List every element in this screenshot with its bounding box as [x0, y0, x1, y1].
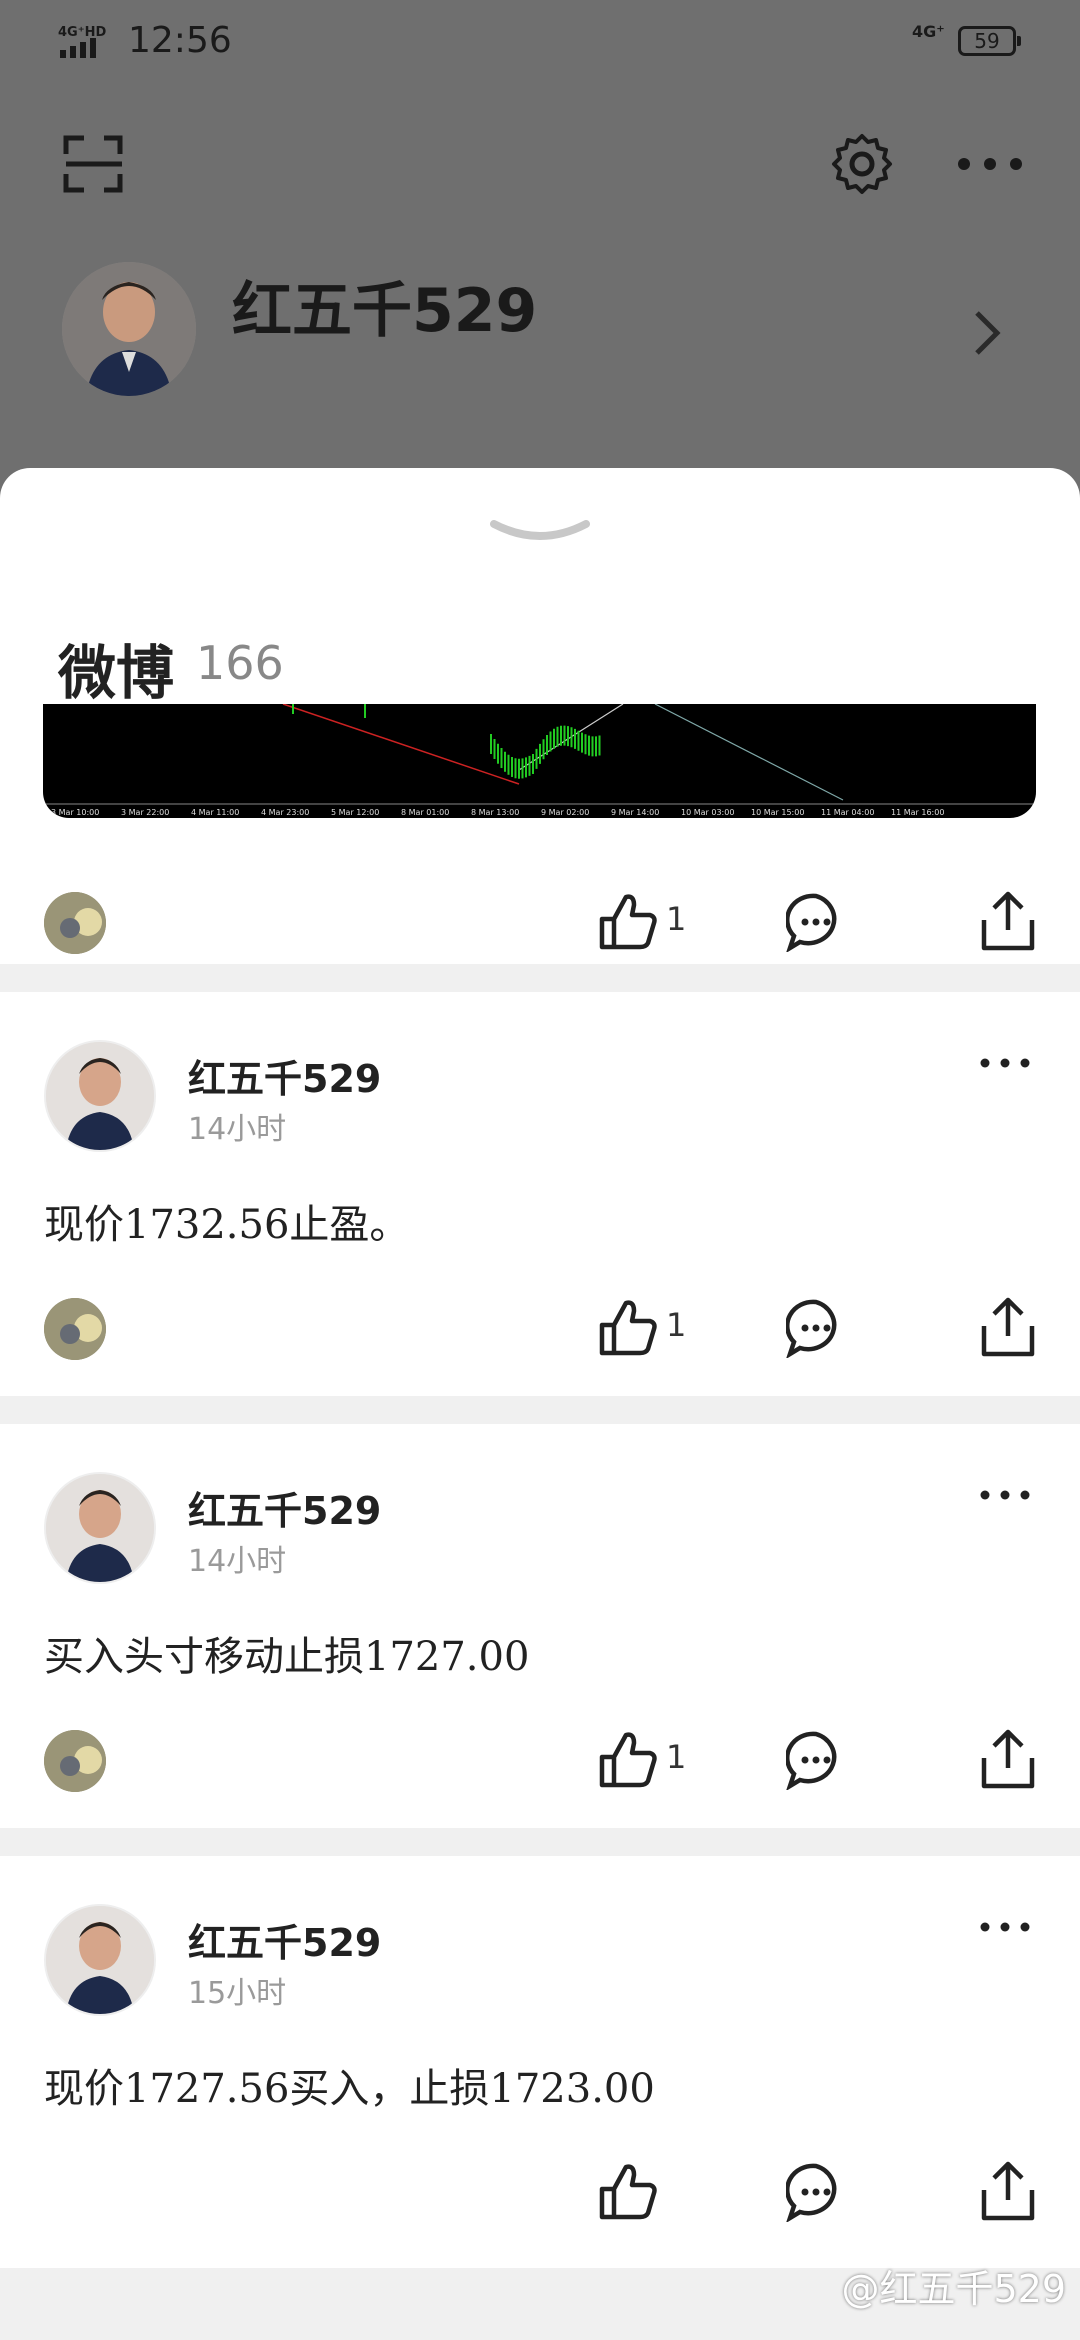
- chart-axis-label: 11 Mar 16:00: [891, 808, 944, 817]
- watermark: @红五千529: [841, 2267, 1066, 2311]
- comment-icon[interactable]: [786, 1298, 846, 1358]
- chart-axis-label: 8 Mar 13:00: [471, 808, 519, 817]
- post-card[interactable]: 红五千529 15小时 现价1727.56买入，止损1723.00: [0, 1856, 1080, 2240]
- post-text: 现价1732.56止盈。: [44, 1202, 410, 1248]
- author-avatar-image: [46, 1474, 154, 1582]
- like-icon[interactable]: [596, 1728, 658, 1792]
- chevron-right-icon[interactable]: [972, 308, 1002, 358]
- weibo-post-count: 166: [196, 636, 284, 690]
- post-time: 14小时: [188, 1112, 287, 1147]
- author-name[interactable]: 红五千529: [188, 1048, 381, 1103]
- profile-name[interactable]: 红五千529: [232, 262, 537, 349]
- chart-axis-label: 10 Mar 15:00: [751, 808, 804, 817]
- signal-icon: 4G⁺HD: [58, 25, 106, 58]
- chart-axis-label: 11 Mar 04:00: [821, 808, 874, 817]
- author-avatar-image: [46, 1042, 154, 1150]
- author-name[interactable]: 红五千529: [188, 1912, 381, 1967]
- share-icon[interactable]: [980, 1296, 1036, 1358]
- share-icon[interactable]: [980, 890, 1036, 952]
- author-avatar[interactable]: [44, 1904, 156, 2016]
- section-divider: [0, 964, 1080, 992]
- chart-axis-label: 9 Mar 14:00: [611, 808, 659, 817]
- battery-level: 59: [974, 29, 1000, 53]
- comment-icon[interactable]: [786, 892, 846, 952]
- chart-axis-label: 9 Mar 02:00: [541, 808, 589, 817]
- chart-axis-label: 3 Mar 22:00: [121, 808, 169, 817]
- profile-avatar[interactable]: [62, 262, 196, 396]
- author-avatar[interactable]: [44, 1472, 156, 1584]
- author-avatar-image: [46, 1906, 154, 2014]
- section-divider: [0, 1396, 1080, 1424]
- share-icon[interactable]: [980, 2160, 1036, 2222]
- liker-avatar[interactable]: [44, 892, 106, 954]
- price-chart: 3 Mar 10:00 3 Mar 22:00 4 Mar 11:00 4 Mar 2…: [43, 704, 1036, 817]
- settings-gear-icon[interactable]: [830, 132, 894, 196]
- battery-icon: 59: [958, 26, 1021, 56]
- more-options-icon[interactable]: [978, 1486, 1032, 1504]
- chart-axis-label: 4 Mar 11:00: [191, 808, 239, 817]
- svg-text:4G⁺HD: 4G⁺HD: [58, 25, 106, 40]
- post-text: 现价1727.56买入，止损1723.00: [44, 2066, 655, 2112]
- liker-avatar-image: [44, 892, 106, 954]
- avatar-portrait: [62, 262, 196, 396]
- post-actions: 1: [0, 1282, 1080, 1372]
- post-card[interactable]: 红五千529 14小时 买入头寸移动止损1727.00 1: [0, 1424, 1080, 1808]
- liker-avatar-image: [44, 1730, 106, 1792]
- chart-axis-label: 4 Mar 23:00: [261, 808, 309, 817]
- author-avatar[interactable]: [44, 1040, 156, 1152]
- like-count: 1: [666, 1738, 687, 1776]
- post-card[interactable]: 红五千529 14小时 现价1732.56止盈。 1: [0, 992, 1080, 1376]
- liker-avatar[interactable]: [44, 1730, 106, 1792]
- more-options-icon[interactable]: [954, 150, 1026, 178]
- chart-axis-label: 10 Mar 03:00: [681, 808, 734, 817]
- chart-axis-label: 8 Mar 01:00: [401, 808, 449, 817]
- section-divider: [0, 1828, 1080, 1856]
- weibo-sheet: 微博 166 3 Mar 10:00 3 Mar 22:00 4 Mar 11:00…: [0, 468, 1080, 2340]
- post-actions: [0, 2146, 1080, 2236]
- post-text: 买入头寸移动止损1727.00: [44, 1634, 530, 1680]
- like-count: 1: [666, 900, 687, 938]
- network-indicator: 4G⁺: [912, 22, 945, 41]
- status-bar: 4G⁺HD 12:56 4G⁺ 59: [0, 0, 1080, 90]
- comment-icon[interactable]: [786, 2162, 846, 2222]
- chart-axis-label: 3 Mar 10:00: [51, 808, 99, 817]
- post-actions: 1: [0, 876, 1080, 966]
- author-name[interactable]: 红五千529: [188, 1480, 381, 1535]
- chevron-down-icon[interactable]: [490, 518, 590, 552]
- comment-icon[interactable]: [786, 1730, 846, 1790]
- like-icon[interactable]: [596, 2160, 658, 2224]
- more-options-icon[interactable]: [978, 1918, 1032, 1936]
- weibo-section-title: 微博: [58, 639, 175, 707]
- candlesticks: [490, 725, 601, 779]
- scan-icon[interactable]: [62, 132, 126, 196]
- clock: 12:56: [128, 20, 232, 61]
- post-time: 15小时: [188, 1976, 287, 2011]
- post-actions: 1: [0, 1714, 1080, 1804]
- post-chart-image[interactable]: 3 Mar 10:00 3 Mar 22:00 4 Mar 11:00 4 Mar 2…: [43, 704, 1036, 818]
- share-icon[interactable]: [980, 1728, 1036, 1790]
- chart-axis-labels: 3 Mar 10:00 3 Mar 22:00 4 Mar 11:00 4 Mar 2…: [51, 808, 944, 817]
- liker-avatar[interactable]: [44, 1298, 106, 1360]
- more-options-icon[interactable]: [978, 1054, 1032, 1072]
- like-icon[interactable]: [596, 1296, 658, 1360]
- chart-axis-label: 5 Mar 12:00: [331, 808, 379, 817]
- liker-avatar-image: [44, 1298, 106, 1360]
- post-time: 14小时: [188, 1544, 287, 1579]
- like-icon[interactable]: [596, 890, 658, 954]
- like-count: 1: [666, 1306, 687, 1344]
